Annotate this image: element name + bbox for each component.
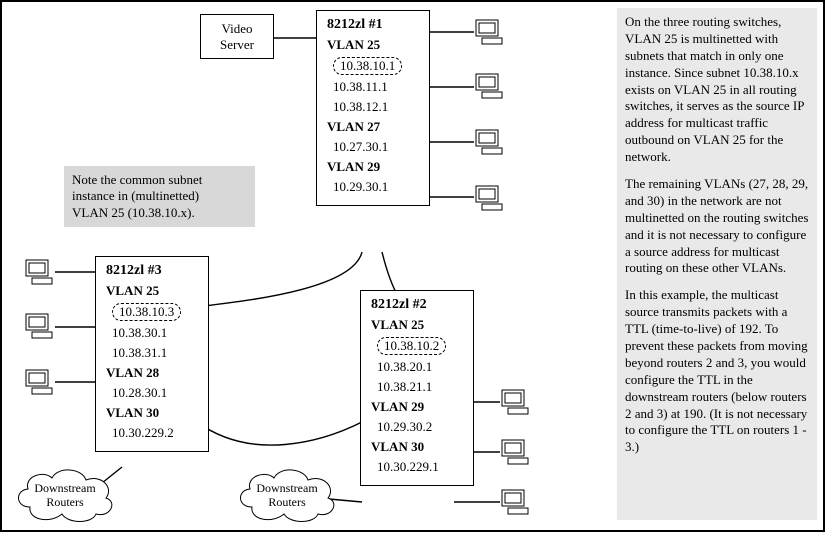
switch1-ip5: 10.29.30.1 — [333, 179, 419, 195]
switch2-title: 8212zl #2 — [371, 297, 463, 313]
explanation-p3: In this example, the multicast source tr… — [625, 287, 809, 456]
switch1-ip2: 10.38.11.1 — [333, 79, 419, 95]
switch3-ip2: 10.38.30.1 — [112, 325, 198, 341]
pc-icon — [24, 312, 56, 340]
switch3-ip3: 10.38.31.1 — [112, 345, 198, 361]
switch2-ip1: 10.38.10.2 — [377, 337, 446, 355]
switch3-title: 8212zl #3 — [106, 263, 198, 279]
note-line2: instance in (multinetted) — [72, 188, 247, 204]
switch3-vlan25: VLAN 25 — [106, 283, 198, 299]
switch2-vlan25: VLAN 25 — [371, 317, 463, 333]
pc-icon — [474, 18, 506, 46]
switch-8212zl-2: 8212zl #2 VLAN 25 10.38.10.2 10.38.20.1 … — [360, 290, 474, 486]
switch2-vlan30: VLAN 30 — [371, 439, 463, 455]
switch2-ip4: 10.29.30.2 — [377, 419, 463, 435]
cloud-left-line2: Routers — [46, 495, 84, 509]
pc-icon — [500, 388, 532, 416]
switch1-vlan27: VLAN 27 — [327, 119, 419, 135]
pc-icon — [24, 258, 56, 286]
switch3-vlan28: VLAN 28 — [106, 365, 198, 381]
note-line1: Note the common subnet — [72, 172, 247, 188]
switch1-ip4: 10.27.30.1 — [333, 139, 419, 155]
diagram-frame: Video Server Note the common subnet inst… — [0, 0, 825, 532]
switch2-vlan29: VLAN 29 — [371, 399, 463, 415]
switch3-vlan30: VLAN 30 — [106, 405, 198, 421]
downstream-routers-cloud-left: Downstream Routers — [10, 462, 120, 524]
pc-icon — [474, 72, 506, 100]
switch-8212zl-1: 8212zl #1 VLAN 25 10.38.10.1 10.38.11.1 … — [316, 10, 430, 206]
video-server-label-1: Video — [211, 21, 263, 37]
pc-icon — [500, 438, 532, 466]
note-line3: VLAN 25 (10.38.10.x). — [72, 205, 247, 221]
switch3-ip1: 10.38.10.3 — [112, 303, 181, 321]
pc-icon — [474, 184, 506, 212]
video-server: Video Server — [200, 14, 274, 59]
pc-icon — [24, 368, 56, 396]
switch2-ip5: 10.30.229.1 — [377, 459, 463, 475]
switch3-ip4: 10.28.30.1 — [112, 385, 198, 401]
switch2-ip3: 10.38.21.1 — [377, 379, 463, 395]
explanation-p1: On the three routing switches, VLAN 25 i… — [625, 14, 809, 166]
switch-8212zl-3: 8212zl #3 VLAN 25 10.38.10.3 10.38.30.1 … — [95, 256, 209, 452]
switch1-ip1: 10.38.10.1 — [333, 57, 402, 75]
cloud-right-line1: Downstream — [256, 481, 318, 495]
pc-icon — [474, 128, 506, 156]
switch2-ip2: 10.38.20.1 — [377, 359, 463, 375]
switch1-title: 8212zl #1 — [327, 17, 419, 33]
note-box: Note the common subnet instance in (mult… — [64, 166, 255, 227]
switch3-ip5: 10.30.229.2 — [112, 425, 198, 441]
pc-icon — [500, 488, 532, 516]
cloud-left-line1: Downstream — [34, 481, 96, 495]
explanation-panel: On the three routing switches, VLAN 25 i… — [617, 8, 817, 520]
video-server-label-2: Server — [211, 37, 263, 53]
cloud-right-line2: Routers — [268, 495, 306, 509]
switch1-vlan25: VLAN 25 — [327, 37, 419, 53]
switch1-ip3: 10.38.12.1 — [333, 99, 419, 115]
downstream-routers-cloud-right: Downstream Routers — [232, 462, 342, 524]
switch1-vlan29: VLAN 29 — [327, 159, 419, 175]
explanation-p2: The remaining VLANs (27, 28, 29, and 30)… — [625, 176, 809, 277]
